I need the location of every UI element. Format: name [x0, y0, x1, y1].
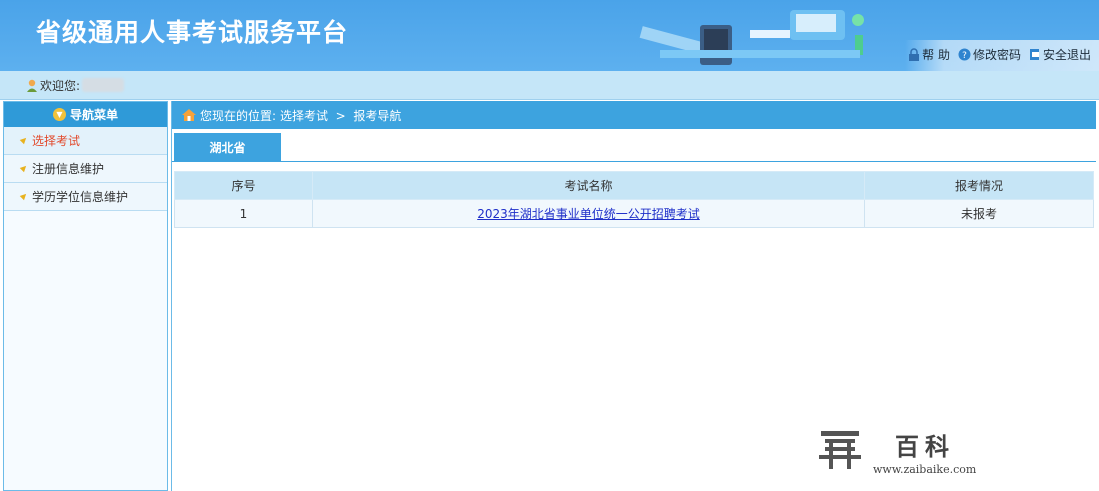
breadcrumb-prefix: 您现在的位置: — [200, 108, 277, 123]
province-tabs: 湖北省 — [172, 129, 1096, 162]
breadcrumb-path: 选择考试 > 报考导航 — [280, 108, 402, 123]
table-row: 1 2023年湖北省事业单位统一公开招聘考试 未报考 — [174, 199, 1094, 228]
logout-link[interactable]: 安全退出 — [1029, 46, 1091, 63]
column-header-index: 序号 — [174, 171, 313, 200]
chevron-down-icon: ▼ — [52, 108, 66, 121]
exit-icon — [1029, 49, 1039, 60]
header-links: 帮 助 ? 修改密码 安全退出 — [908, 46, 1091, 63]
change-password-link[interactable]: ? 修改密码 — [958, 46, 1021, 63]
sidebar-item-registration-info[interactable]: 注册信息维护 — [4, 155, 167, 183]
header-illustration — [639, 10, 864, 65]
lock-icon — [909, 48, 920, 61]
row-status: 未报考 — [864, 199, 1094, 228]
sidebar-item-label: 注册信息维护 — [32, 162, 105, 176]
breadcrumb: 您现在的位置: 选择考试 > 报考导航 — [172, 101, 1096, 129]
logout-label: 安全退出 — [1042, 48, 1091, 62]
exam-table: 序号 考试名称 报考情况 1 2023年湖北省事业单位统一公开招聘考试 未报考 — [174, 171, 1094, 228]
exam-link[interactable]: 2023年湖北省事业单位统一公开招聘考试 — [477, 207, 700, 221]
bullet-icon — [19, 135, 29, 145]
welcome-label: 欢迎您: — [40, 78, 81, 93]
username-redacted — [82, 78, 125, 92]
sidebar-item-education-info[interactable]: 学历学位信息维护 — [4, 183, 167, 211]
bullet-icon — [19, 191, 29, 201]
bullet-icon — [19, 163, 29, 173]
row-index: 1 — [174, 199, 313, 228]
header: 省级通用人事考试服务平台 帮 助 ? 修改密码 安全退出 — [0, 0, 1099, 71]
user-icon — [27, 79, 37, 92]
tab-hubei[interactable]: 湖北省 — [174, 133, 281, 161]
table-header-row: 序号 考试名称 报考情况 — [174, 171, 1094, 200]
page-title: 省级通用人事考试服务平台 — [36, 18, 349, 47]
watermark: 百科 www.zaibaike.com — [815, 425, 995, 480]
nav-menu-header: ▼ 导航菜单 — [4, 102, 167, 127]
help-link[interactable]: 帮 助 — [908, 46, 950, 63]
sidebar-item-label: 学历学位信息维护 — [32, 190, 129, 204]
column-header-exam-name: 考试名称 — [312, 171, 865, 200]
change-password-label: 修改密码 — [972, 48, 1021, 62]
nav-sidebar: ▼ 导航菜单 选择考试 注册信息维护 学历学位信息维护 — [3, 101, 168, 491]
watermark-url: www.zaibaike.com — [873, 463, 977, 476]
watermark-logo-icon — [819, 431, 861, 469]
column-header-status: 报考情况 — [864, 171, 1094, 200]
sidebar-item-label: 选择考试 — [32, 134, 81, 148]
watermark-text: 百科 — [895, 432, 955, 461]
help-icon: ? — [958, 48, 971, 61]
row-exam-name-cell: 2023年湖北省事业单位统一公开招聘考试 — [312, 199, 865, 228]
nav-menu-title: 导航菜单 — [69, 108, 118, 122]
home-icon — [182, 109, 196, 121]
help-link-label: 帮 助 — [922, 48, 950, 62]
sidebar-item-select-exam[interactable]: 选择考试 — [4, 127, 167, 155]
welcome-bar: 欢迎您: — [0, 71, 1099, 100]
svg-text:?: ? — [962, 51, 967, 61]
